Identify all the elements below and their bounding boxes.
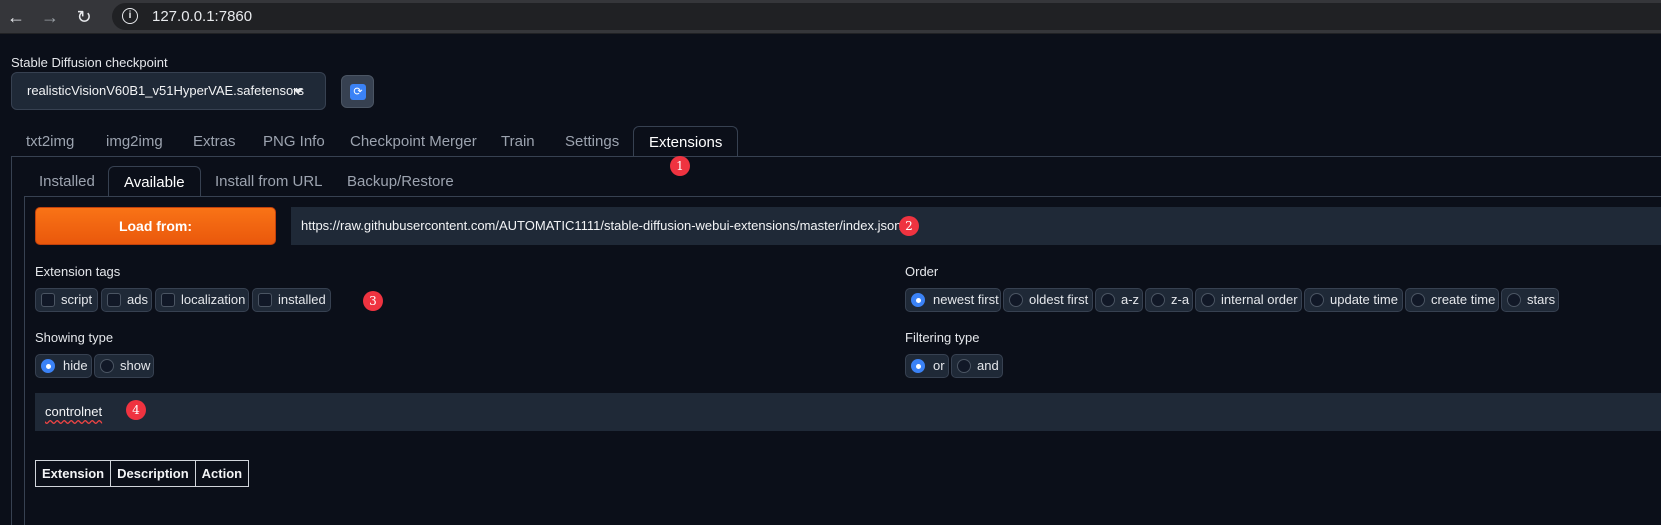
chevron-down-icon — [293, 89, 303, 94]
checkbox-icon — [258, 293, 272, 307]
filtering-type-label: Filtering type — [905, 330, 980, 345]
radio-icon — [1310, 293, 1324, 307]
column-header-description: Description — [110, 460, 196, 487]
radio-icon — [1009, 293, 1023, 307]
forward-arrow-icon[interactable]: → — [39, 6, 61, 28]
radio-selected-icon — [911, 293, 925, 307]
radio-icon — [957, 359, 971, 373]
checkbox-icon — [161, 293, 175, 307]
annotation-badge-2: 2 — [899, 216, 919, 236]
tab-extras[interactable]: Extras — [178, 126, 251, 157]
tab-settings[interactable]: Settings — [550, 126, 634, 157]
tag-checkbox-ads[interactable]: ads — [101, 288, 152, 312]
tab-installed[interactable]: Installed — [24, 166, 110, 197]
order-radio-newest-first[interactable]: newest first — [905, 288, 1001, 312]
order-radio-create-time[interactable]: create time — [1405, 288, 1499, 312]
tag-checkbox-localization[interactable]: localization — [155, 288, 249, 312]
refresh-icon: ⟳ — [350, 84, 366, 100]
extension-tags-label: Extension tags — [35, 264, 121, 279]
column-header-extension: Extension — [34, 460, 112, 487]
checkpoint-value: realisticVisionV60B1_v51HyperVAE.safeten… — [27, 83, 304, 98]
tab-png-info[interactable]: PNG Info — [248, 126, 340, 157]
back-arrow-icon[interactable]: ← — [5, 6, 27, 28]
checkpoint-label: Stable Diffusion checkpoint — [11, 55, 168, 70]
index-url-input[interactable]: https://raw.githubusercontent.com/AUTOMA… — [291, 207, 1661, 245]
order-radio-stars[interactable]: stars — [1501, 288, 1559, 312]
radio-icon — [1151, 293, 1165, 307]
tab-checkpoint-merger[interactable]: Checkpoint Merger — [335, 126, 492, 157]
filtering-radio-and[interactable]: and — [951, 354, 1003, 378]
tab-train[interactable]: Train — [486, 126, 550, 157]
showing-type-label: Showing type — [35, 330, 114, 345]
tab-backup-restore[interactable]: Backup/Restore — [332, 166, 469, 197]
load-from-button[interactable]: Load from: — [35, 207, 276, 245]
annotation-badge-1: 1 — [670, 156, 690, 176]
extensions-table: Extension Description Action — [34, 460, 250, 487]
site-info-icon[interactable]: i — [122, 8, 138, 24]
browser-toolbar: ← → ↻ i 127.0.0.1:7860 — [0, 0, 1661, 34]
showing-radio-show[interactable]: show — [94, 354, 154, 378]
order-radio-update-time[interactable]: update time — [1304, 288, 1403, 312]
radio-icon — [1201, 293, 1215, 307]
annotation-badge-4: 4 — [126, 400, 146, 420]
radio-selected-icon — [41, 359, 55, 373]
reload-icon[interactable]: ↻ — [73, 6, 95, 28]
tab-install-from-url[interactable]: Install from URL — [200, 166, 338, 197]
radio-icon — [1507, 293, 1521, 307]
refresh-checkpoint-button[interactable]: ⟳ — [341, 75, 374, 108]
order-radio-internal-order[interactable]: internal order — [1195, 288, 1302, 312]
available-panel — [24, 197, 1661, 525]
radio-icon — [100, 359, 114, 373]
tab-txt2img[interactable]: txt2img — [11, 126, 89, 157]
checkbox-icon — [41, 293, 55, 307]
order-radio-oldest-first[interactable]: oldest first — [1003, 288, 1093, 312]
tag-checkbox-installed[interactable]: installed — [252, 288, 331, 312]
tag-checkbox-script[interactable]: script — [35, 288, 98, 312]
radio-icon — [1411, 293, 1425, 307]
tab-extensions[interactable]: Extensions — [633, 126, 739, 157]
showing-radio-hide[interactable]: hide — [35, 354, 92, 378]
radio-icon — [1101, 293, 1115, 307]
index-url-value: https://raw.githubusercontent.com/AUTOMA… — [301, 218, 902, 233]
checkbox-icon — [107, 293, 121, 307]
order-label: Order — [905, 264, 939, 279]
column-header-action: Action — [194, 460, 250, 487]
radio-selected-icon — [911, 359, 925, 373]
extension-search-input[interactable]: controlnet — [35, 393, 1661, 431]
tab-img2img[interactable]: img2img — [91, 126, 178, 157]
search-value: controlnet — [45, 404, 103, 419]
checkpoint-dropdown[interactable]: realisticVisionV60B1_v51HyperVAE.safeten… — [11, 72, 326, 110]
filtering-radio-or[interactable]: or — [905, 354, 949, 378]
annotation-badge-3: 3 — [363, 291, 383, 311]
order-radio-z-a[interactable]: z-a — [1145, 288, 1193, 312]
address-bar[interactable]: i 127.0.0.1:7860 — [112, 3, 1661, 30]
tab-available[interactable]: Available — [108, 166, 201, 197]
address-url[interactable]: 127.0.0.1:7860 — [152, 8, 252, 25]
table-header-row: Extension Description Action — [34, 460, 250, 487]
order-radio-a-z[interactable]: a-z — [1095, 288, 1143, 312]
